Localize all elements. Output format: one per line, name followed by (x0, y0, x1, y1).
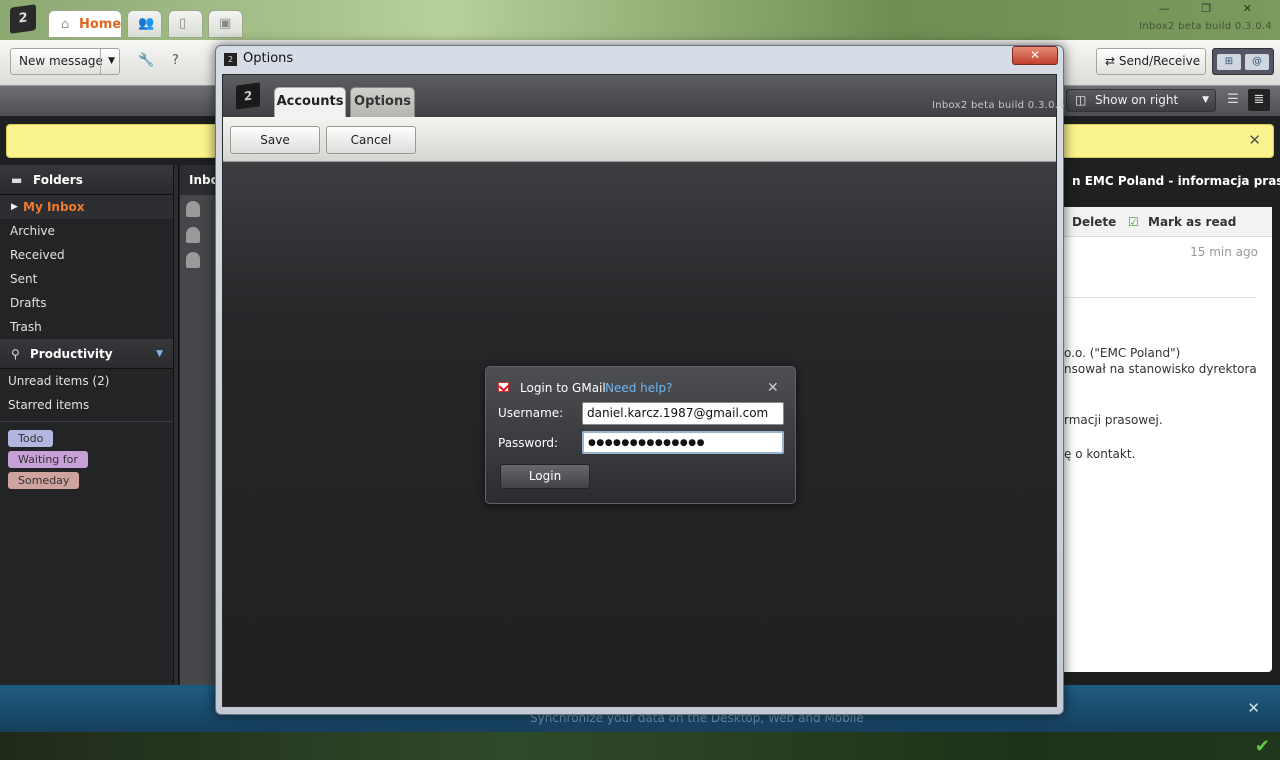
message-subject: n EMC Poland - informacja prasowa (1064, 165, 1280, 197)
sidebar-item-archive[interactable]: Archive (0, 219, 173, 243)
sidebar: ▬ Folders ▶ My Inbox Archive Received Se… (0, 165, 173, 685)
windows-icon[interactable]: ⊞ (1217, 54, 1241, 70)
close-icon[interactable]: ✕ (1247, 699, 1260, 717)
tab-home[interactable]: ⌂ Home (48, 10, 122, 38)
contacts-icon: 👥 (138, 16, 155, 31)
sidebar-splitter[interactable] (173, 165, 179, 685)
list-view-icon[interactable]: ☰ (1222, 89, 1244, 111)
sidebar-item-starred[interactable]: Starred items (0, 393, 173, 417)
chevron-down-icon: ▼ (1202, 95, 1209, 105)
inbox-header: Inbo (180, 165, 220, 195)
divider (0, 421, 173, 422)
divider (100, 49, 101, 74)
help-icon[interactable]: ? (172, 53, 179, 68)
label-waiting-for[interactable]: Waiting for (8, 451, 88, 468)
preview-toolbar: Delete ☑ Mark as read (1064, 207, 1272, 237)
divider (1064, 297, 1256, 298)
tab-documents[interactable]: ▯ (168, 10, 203, 38)
close-button[interactable]: ✕ (1012, 46, 1058, 65)
new-message-button[interactable]: New message ▼ (10, 48, 120, 75)
productivity-header-label: Productivity (30, 347, 113, 361)
wrench-icon[interactable]: 🔧 (138, 53, 154, 68)
show-on-right-dropdown[interactable]: ◫ Show on right ▼ (1066, 89, 1216, 112)
message-body-line: nsował na stanowisko dyrektora (1064, 362, 1257, 376)
label-todo[interactable]: Todo (8, 430, 54, 447)
message-preview: Delete ☑ Mark as read 15 min ago o.o. ("… (1064, 207, 1272, 672)
show-on-right-label: Show on right (1095, 93, 1179, 107)
label-someday[interactable]: Someday (8, 472, 80, 489)
home-icon: ⌂ (61, 17, 70, 32)
check-icon: ✔ (1254, 736, 1270, 757)
send-receive-button[interactable]: ⇄ Send/Receive (1096, 48, 1206, 75)
layout-icon: ◫ (1075, 93, 1087, 107)
mark-as-read-button[interactable]: Mark as read (1148, 215, 1236, 229)
options-window-title: Options (243, 51, 294, 66)
sidebar-item-trash[interactable]: Trash (0, 315, 173, 339)
expand-triangle-icon[interactable]: ▶ (11, 195, 18, 219)
avatar (186, 201, 200, 217)
sidebar-item-my-inbox[interactable]: ▶ My Inbox (0, 195, 173, 219)
sync-icon: ⇄ (1105, 54, 1119, 68)
tab-contacts[interactable]: 👥 (127, 10, 162, 38)
image-icon: ▣ (219, 16, 232, 31)
document-icon: ▯ (179, 16, 187, 31)
gmail-icon (498, 382, 509, 392)
close-icon[interactable]: ✕ (767, 380, 779, 396)
message-body-line: ę o kontakt. (1064, 447, 1136, 461)
need-help-link[interactable]: Need help? (605, 381, 672, 395)
login-title: Login to GMail (520, 381, 606, 395)
login-button[interactable]: Login (500, 464, 590, 489)
tab-home-label: Home (79, 17, 122, 32)
status-bar: ✔ (0, 732, 1280, 760)
view-toggle[interactable]: ⊞ @ (1212, 48, 1274, 75)
sidebar-item-drafts[interactable]: Drafts (0, 291, 173, 315)
productivity-header[interactable]: ⚲ Productivity ▼ (0, 339, 173, 369)
password-label: Password: (498, 436, 559, 450)
password-field[interactable]: ●●●●●●●●●●●●●● (582, 431, 784, 454)
send-receive-label: Send/Receive (1118, 54, 1201, 68)
title-bar: 2 ⌂ Home 👥 ▯ ▣ — ❐ ✕ Inbox2 beta build 0… (0, 0, 1280, 40)
message-body-line: rmacji prasowej. (1064, 413, 1163, 427)
message-list[interactable] (180, 195, 220, 685)
cancel-button[interactable]: Cancel (326, 126, 416, 154)
sidebar-item-label: My Inbox (23, 200, 85, 214)
folders-header-label: Folders (33, 173, 83, 187)
window-controls[interactable]: — ❐ ✕ (1159, 2, 1266, 15)
check-icon[interactable]: ☑ (1128, 215, 1139, 229)
app-icon: 2 (224, 53, 237, 66)
build-label: Inbox2 beta build 0.3.0.4 (1139, 21, 1272, 32)
message-time: 15 min ago (1190, 245, 1258, 259)
search-icon: ⚲ (11, 347, 20, 361)
folder-icon: ▬ (11, 173, 23, 187)
username-label: Username: (498, 406, 564, 420)
app-logo: 2 (10, 4, 36, 34)
chevron-down-icon[interactable]: ▼ (108, 49, 115, 74)
tab-images[interactable]: ▣ (208, 10, 243, 38)
delete-button[interactable]: Delete (1072, 215, 1116, 229)
avatar (186, 252, 200, 268)
tab-accounts[interactable]: Accounts (274, 87, 346, 117)
save-button[interactable]: Save (230, 126, 320, 154)
email-icon[interactable]: @ (1245, 54, 1269, 70)
app-logo: 2 (236, 82, 260, 110)
sidebar-item-sent[interactable]: Sent (0, 267, 173, 291)
tab-options[interactable]: Options (350, 87, 415, 117)
message-body-line: o.o. ("EMC Poland") (1064, 346, 1181, 360)
new-message-label: New message (19, 54, 103, 68)
detail-view-icon[interactable]: ≣ (1248, 89, 1270, 111)
chevron-down-icon[interactable]: ▼ (156, 339, 163, 369)
username-field[interactable]: daniel.karcz.1987@gmail.com (582, 402, 784, 425)
sidebar-item-unread[interactable]: Unread items (2) (0, 369, 173, 393)
close-icon[interactable]: ✕ (1248, 131, 1261, 149)
build-label: Inbox2 beta build 0.3.0.4 (932, 100, 1065, 111)
folders-header[interactable]: ▬ Folders (0, 165, 173, 195)
sidebar-item-received[interactable]: Received (0, 243, 173, 267)
avatar (186, 227, 200, 243)
